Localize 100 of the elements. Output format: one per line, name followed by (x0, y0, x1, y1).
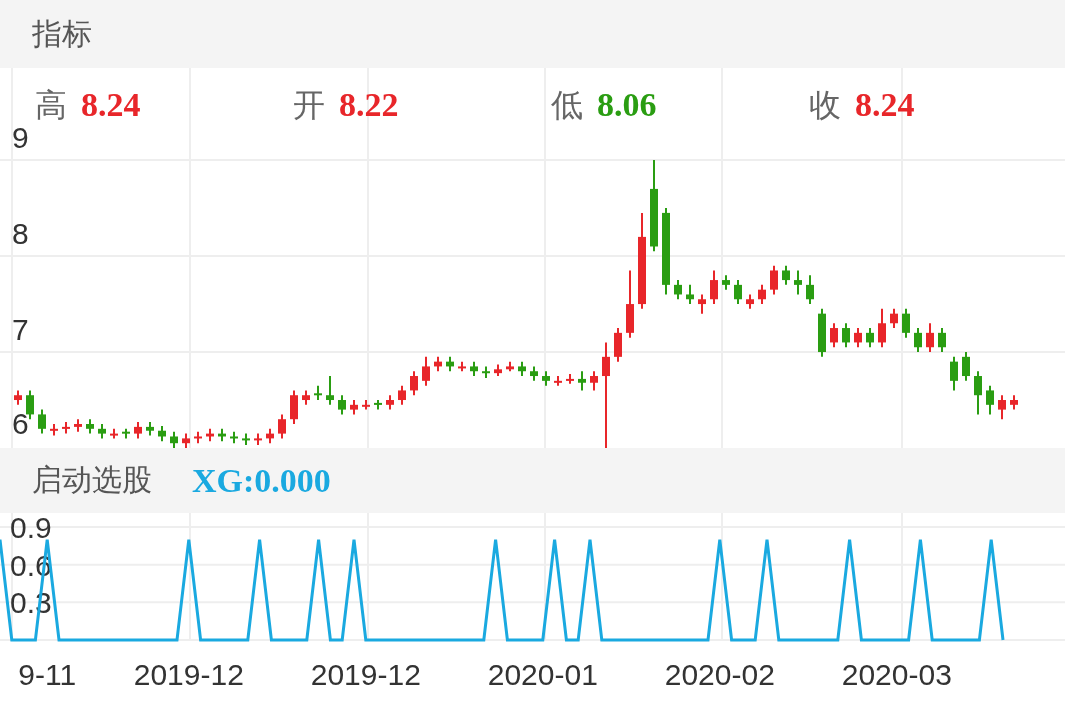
candlestick (206, 427, 214, 443)
candlestick (914, 327, 922, 354)
candlestick (38, 408, 46, 435)
candlestick (410, 370, 418, 397)
candlestick (422, 355, 430, 387)
candlestick (362, 399, 370, 411)
candlestick (326, 375, 334, 406)
candlestick (98, 423, 106, 440)
candlestick (278, 413, 286, 440)
axis-label: 2020-02 (664, 658, 775, 691)
candlestick (86, 418, 94, 435)
candlestick (146, 421, 154, 437)
candlestick (14, 389, 22, 406)
candlestick (506, 360, 514, 373)
candlestick (266, 427, 274, 445)
candlestick (722, 274, 730, 291)
axis-label: 2020-03 (841, 658, 952, 691)
candlestick (1010, 394, 1018, 411)
candlestick (830, 322, 838, 349)
candlestick (974, 370, 982, 416)
quote-value: 8.24 (81, 86, 141, 124)
candlestick (554, 375, 562, 387)
candlestick (866, 327, 874, 349)
quote-value: 8.06 (597, 86, 657, 124)
candlestick (674, 279, 682, 301)
candlestick (938, 327, 946, 354)
candlestick (314, 384, 322, 401)
candlestick (494, 363, 502, 378)
candlestick (242, 432, 250, 447)
axis-label: 9-11 (18, 658, 77, 691)
candlestick (74, 418, 82, 433)
candlestick (854, 327, 862, 349)
candlestick (290, 389, 298, 425)
candlestick (158, 424, 166, 443)
quote-label: 收 (809, 85, 841, 126)
candlestick (770, 264, 778, 296)
indicator-value: XG:0.000 (192, 461, 331, 500)
axis-label: 9 (12, 121, 29, 155)
candlestick (302, 389, 310, 406)
axis-label: 2019-12 (133, 658, 244, 691)
candlestick (530, 365, 538, 382)
candlestick (122, 427, 130, 440)
candlestick (590, 370, 598, 392)
candlestick (962, 351, 970, 382)
candlestick (926, 322, 934, 354)
axis-label: 7 (12, 313, 29, 347)
candlestick (398, 384, 406, 406)
candlestick (434, 355, 442, 373)
axis-label: 6 (12, 407, 29, 440)
candlestick (626, 269, 634, 339)
candlestick (374, 399, 382, 411)
candlestick (110, 427, 118, 440)
candlestick (62, 421, 70, 435)
quote-label: 高 (35, 85, 67, 126)
candlestick (230, 430, 238, 445)
candlestick (986, 384, 994, 416)
candlestick (134, 421, 142, 440)
candlestick (482, 365, 490, 379)
candlestick (950, 355, 958, 392)
candlestick (470, 360, 478, 378)
candlestick (350, 399, 358, 416)
candlestick (890, 307, 898, 330)
candlestick (218, 427, 226, 443)
candlestick (806, 274, 814, 306)
axis-label: 8 (12, 217, 29, 251)
quote-label: 低 (551, 85, 583, 126)
axis-label: 0.9 (10, 513, 52, 544)
quote-label: 开 (293, 85, 325, 126)
candlestick (734, 279, 742, 306)
axis-label: 2019-12 (310, 658, 421, 691)
candlestick (446, 355, 454, 373)
candlestick (746, 293, 754, 310)
candlestick (254, 432, 262, 447)
candlestick (758, 283, 766, 306)
candlestick (710, 269, 718, 306)
candlestick (698, 293, 706, 315)
candlestick (878, 307, 886, 349)
candlestick (542, 370, 550, 387)
candlestick (998, 394, 1006, 421)
candlestick (842, 322, 850, 349)
candlestick (578, 370, 586, 392)
candlestick (902, 307, 910, 339)
candlestick (818, 307, 826, 358)
panel-title: 指标 (32, 14, 92, 53)
candlestick (518, 360, 526, 378)
quote-value: 8.22 (339, 86, 399, 124)
axis-label: 2020-01 (487, 658, 598, 691)
candlestick (566, 373, 574, 385)
candlestick (794, 269, 802, 296)
quote-value: 8.24 (855, 86, 915, 124)
candlestick (458, 360, 466, 373)
candlestick (614, 327, 622, 363)
candlestick (338, 394, 346, 416)
candlestick (686, 283, 694, 306)
candlestick (50, 423, 58, 437)
candlestick (26, 389, 34, 421)
panel-title: 启动选股 (32, 461, 152, 499)
candlestick (782, 264, 790, 286)
candlestick (194, 430, 202, 445)
candlestick (386, 394, 394, 411)
